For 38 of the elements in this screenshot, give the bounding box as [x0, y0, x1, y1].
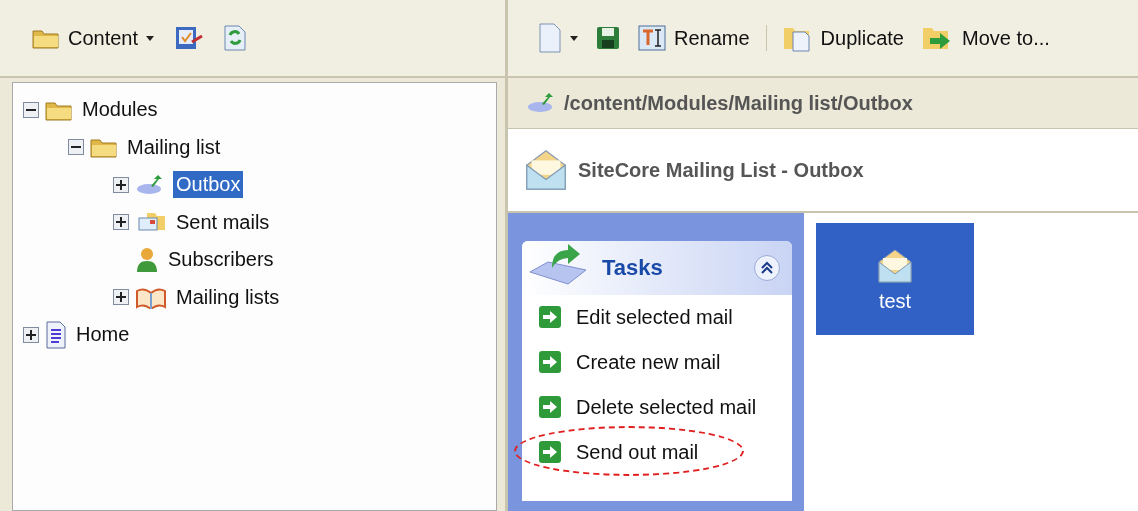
collapse-toggle[interactable]	[23, 101, 39, 118]
tree-item[interactable]: Home	[73, 321, 133, 349]
book-icon	[135, 285, 167, 310]
tree-item[interactable]: Modules	[79, 96, 161, 124]
document-icon	[538, 23, 562, 53]
folder-icon	[32, 27, 60, 49]
expand-toggle[interactable]	[23, 326, 39, 343]
expand-toggle[interactable]	[113, 289, 129, 306]
expand-toggle[interactable]	[113, 214, 129, 231]
tree-item[interactable]: Sent mails	[173, 208, 273, 236]
item-path: /content/Modules/Mailing list/Outbox	[564, 91, 913, 115]
expand-toggle[interactable]	[113, 176, 129, 193]
collapse-toggle[interactable]	[68, 139, 84, 156]
folder-icon	[90, 136, 118, 159]
chevron-icon	[760, 261, 774, 275]
rename-button[interactable]: Rename	[636, 23, 752, 53]
save-button[interactable]	[594, 24, 622, 52]
content-menu[interactable]: Content	[30, 24, 157, 52]
user-icon	[135, 246, 159, 273]
tree-item[interactable]: Mailing lists	[173, 283, 283, 311]
tree-item[interactable]: Mailing list	[124, 133, 224, 161]
move-button[interactable]: Move to...	[920, 22, 1052, 54]
task-link[interactable]: Create new mail	[538, 350, 721, 374]
save-icon	[596, 26, 620, 50]
tree-item[interactable]: Subscribers	[165, 246, 277, 274]
task-link[interactable]: Delete selected mail	[538, 395, 757, 419]
rename-icon	[638, 25, 666, 51]
task-link[interactable]: Send out mail	[538, 440, 699, 464]
tasks-title: Tasks	[602, 255, 664, 281]
mail-item[interactable]: test	[816, 223, 974, 335]
sent-mail-icon	[135, 211, 167, 234]
refresh-icon[interactable]	[222, 23, 249, 53]
document-icon	[45, 320, 67, 349]
collapse-button[interactable]	[754, 255, 780, 281]
duplicate-button[interactable]: Duplicate	[780, 22, 906, 54]
page-title: SiteCore Mailing List - Outbox	[578, 158, 864, 182]
task-link[interactable]: Edit selected mail	[538, 305, 733, 329]
tree-item[interactable]: Outbox	[173, 171, 244, 199]
